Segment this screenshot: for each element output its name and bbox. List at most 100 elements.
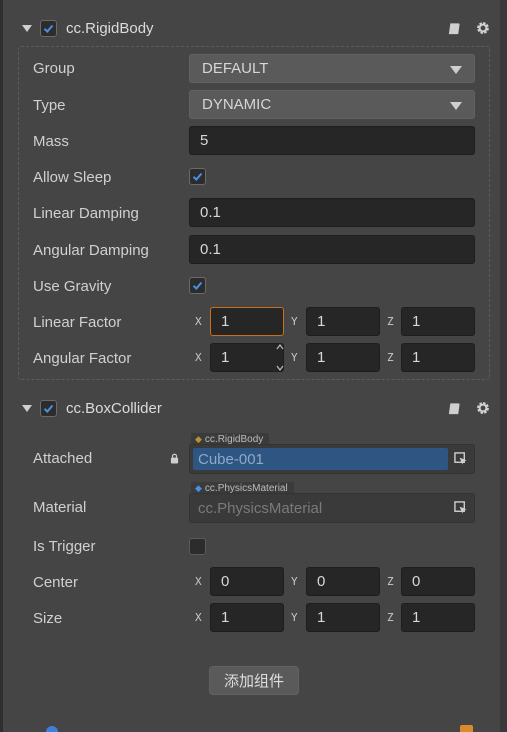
angular-factor-y-input[interactable]: 1: [306, 343, 380, 372]
size-z-input[interactable]: 1: [401, 603, 475, 632]
attached-row: Attached: [33, 443, 92, 473]
add-component-button[interactable]: 添加组件: [209, 666, 299, 695]
angular-damping-input[interactable]: 0.1: [189, 235, 475, 264]
center-z-input[interactable]: 0: [401, 567, 475, 596]
object-picker-icon[interactable]: [454, 501, 469, 516]
axis-z-label: Z: [387, 315, 394, 328]
attached-field[interactable]: Cube-001: [189, 444, 475, 474]
center-y-value: 0: [317, 573, 326, 590]
gear-icon[interactable]: [474, 20, 491, 37]
linear-factor-x-input[interactable]: 1: [210, 307, 284, 336]
size-label: Size: [33, 609, 63, 627]
size-y-value: 1: [317, 609, 326, 626]
spin-up-icon[interactable]: [276, 344, 284, 350]
lock-icon: [170, 451, 179, 468]
component-icon: ◆: [195, 433, 202, 444]
center-x-input[interactable]: 0: [210, 567, 284, 596]
material-field[interactable]: cc.PhysicsMaterial: [189, 493, 475, 523]
material-placeholder: cc.PhysicsMaterial: [198, 499, 323, 517]
rigidbody-enabled-checkbox[interactable]: [40, 19, 57, 37]
axis-y-label: Y: [291, 575, 298, 588]
type-value: DYNAMIC: [202, 96, 272, 113]
linear-factor-label: Linear Factor: [33, 313, 122, 331]
mass-value: 5: [200, 132, 209, 149]
linear-factor-row: Linear Factor: [33, 307, 121, 337]
attached-type-label: cc.RigidBody: [204, 433, 264, 445]
axis-y-label: Y: [291, 611, 298, 624]
axis-x-label: X: [195, 315, 202, 328]
use-gravity-row: Use Gravity: [33, 271, 111, 301]
angular-damping-value: 0.1: [200, 241, 221, 258]
collapse-caret-icon[interactable]: [22, 24, 32, 32]
globe-icon: [46, 726, 58, 732]
angular-damping-row: Angular Damping: [33, 235, 149, 265]
number-spinner[interactable]: [275, 344, 284, 371]
mass-label: Mass: [33, 132, 69, 150]
mass-row: Mass: [33, 126, 69, 156]
is-trigger-checkbox[interactable]: [189, 538, 206, 555]
angular-factor-y-value: 1: [317, 349, 326, 366]
next-component-peek: [0, 724, 507, 732]
allow-sleep-checkbox[interactable]: [189, 168, 206, 185]
angular-factor-z-input[interactable]: 1: [401, 343, 475, 372]
object-picker-icon[interactable]: [454, 452, 469, 467]
group-select[interactable]: DEFAULT: [189, 54, 475, 83]
book-icon[interactable]: [445, 20, 462, 37]
axis-x-label: X: [195, 575, 202, 588]
checkmark-icon: [192, 172, 203, 181]
center-y-input[interactable]: 0: [306, 567, 380, 596]
checkmark-icon: [43, 404, 54, 413]
size-z-value: 1: [412, 609, 421, 626]
axis-x-label: X: [195, 611, 202, 624]
use-gravity-checkbox[interactable]: [189, 277, 206, 294]
size-row: Size: [33, 603, 62, 633]
angular-factor-z-value: 1: [412, 349, 421, 366]
group-row: Group: [33, 53, 75, 83]
axis-x-label: X: [195, 351, 202, 364]
linear-factor-y-value: 1: [317, 313, 326, 330]
attached-value: Cube-001: [198, 450, 264, 468]
attached-label: Attached: [33, 449, 93, 467]
axis-z-label: Z: [387, 611, 394, 624]
rigidbody-title: cc.RigidBody: [66, 19, 154, 37]
allow-sleep-row: Allow Sleep: [33, 162, 111, 192]
left-panel-edge: [0, 0, 3, 732]
spin-down-icon[interactable]: [276, 365, 284, 371]
linear-damping-row: Linear Damping: [33, 198, 139, 228]
mass-input[interactable]: 5: [189, 126, 475, 155]
rigidbody-header[interactable]: cc.RigidBody: [18, 10, 491, 46]
material-row: Material: [33, 492, 86, 522]
center-row: Center: [33, 567, 78, 597]
type-select[interactable]: DYNAMIC: [189, 90, 475, 119]
boxcollider-header[interactable]: cc.BoxCollider: [18, 390, 491, 426]
size-y-input[interactable]: 1: [306, 603, 380, 632]
collapse-caret-icon[interactable]: [22, 404, 32, 412]
axis-z-label: Z: [387, 575, 394, 588]
material-label: Material: [33, 498, 87, 516]
chevron-down-icon: [450, 102, 462, 110]
asset-icon: ◆: [195, 482, 202, 493]
size-x-input[interactable]: 1: [210, 603, 284, 632]
boxcollider-enabled-checkbox[interactable]: [40, 399, 57, 417]
center-x-value: 0: [221, 573, 230, 590]
linear-factor-y-input[interactable]: 1: [306, 307, 380, 336]
book-icon[interactable]: [445, 400, 462, 417]
center-z-value: 0: [412, 573, 421, 590]
boxcollider-title: cc.BoxCollider: [66, 399, 162, 417]
angular-factor-x-value: 1: [221, 349, 230, 366]
scrollbar-track[interactable]: [500, 0, 507, 732]
gear-icon[interactable]: [474, 400, 491, 417]
linear-factor-z-input[interactable]: 1: [401, 307, 475, 336]
angular-factor-x-input[interactable]: 1: [210, 343, 284, 372]
linear-damping-input[interactable]: 0.1: [189, 198, 475, 227]
size-x-value: 1: [221, 609, 230, 626]
allow-sleep-label: Allow Sleep: [33, 168, 112, 186]
checkmark-icon: [43, 24, 54, 33]
axis-y-label: Y: [291, 315, 298, 328]
linear-damping-label: Linear Damping: [33, 204, 139, 222]
asset-icon: [460, 725, 473, 732]
type-label: Type: [33, 96, 66, 114]
center-label: Center: [33, 573, 79, 591]
is-trigger-row: Is Trigger: [33, 531, 96, 561]
linear-damping-value: 0.1: [200, 204, 221, 221]
